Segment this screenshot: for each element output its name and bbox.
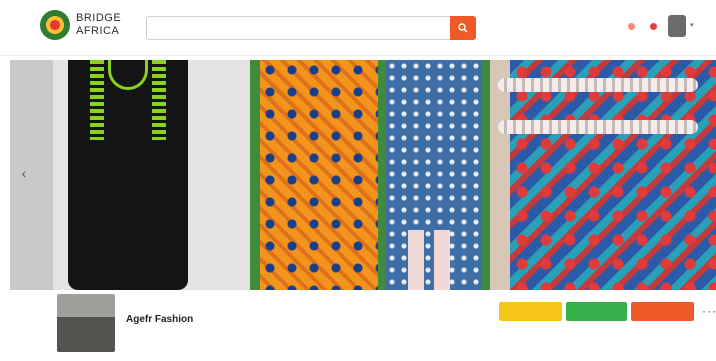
call-button[interactable]	[631, 302, 694, 321]
embroidery-right	[152, 60, 166, 140]
page: BRIDGE AFRICA ▾ ‹ › Agefr Fashion ···	[0, 0, 716, 361]
search-button[interactable]	[450, 16, 476, 40]
chevron-left-icon[interactable]: ‹	[16, 165, 32, 181]
logo-text: BRIDGE AFRICA	[76, 12, 121, 38]
more-options-icon[interactable]: ···	[702, 304, 716, 318]
embroidery-left	[90, 60, 104, 140]
image-carousel: ‹ ›	[10, 60, 716, 290]
ruffle-trim	[498, 120, 698, 134]
chevron-right-icon[interactable]: ›	[692, 165, 708, 181]
ruffle-trim	[498, 78, 698, 92]
carousel-slide-2[interactable]	[250, 60, 490, 290]
shop-profile-photo[interactable]	[57, 294, 115, 352]
logo-icon	[40, 10, 70, 40]
carousel-slide-1[interactable]	[10, 60, 250, 290]
message-icon[interactable]	[650, 23, 657, 30]
search-input[interactable]	[155, 22, 275, 36]
brand-logo[interactable]: BRIDGE AFRICA	[40, 10, 121, 40]
carousel-slide-3[interactable]	[490, 60, 716, 290]
model-legs-image	[400, 230, 460, 290]
avatar[interactable]	[668, 15, 686, 37]
search-icon	[458, 23, 468, 33]
logo-line-2: AFRICA	[76, 25, 120, 37]
logo-line-1: BRIDGE	[76, 12, 122, 24]
top-header: BRIDGE AFRICA ▾	[0, 0, 716, 56]
message-button[interactable]	[566, 302, 627, 321]
shop-name[interactable]: Agefr Fashion	[126, 314, 193, 325]
chevron-down-icon[interactable]: ▾	[690, 21, 694, 29]
follow-button[interactable]	[499, 302, 562, 321]
embroidery-neck	[108, 60, 148, 90]
patterned-dress-image	[510, 60, 716, 290]
notification-icon[interactable]	[628, 23, 635, 30]
orange-print-outfit-image	[260, 60, 378, 290]
black-dress-image	[68, 60, 188, 290]
search-bar	[146, 16, 476, 40]
